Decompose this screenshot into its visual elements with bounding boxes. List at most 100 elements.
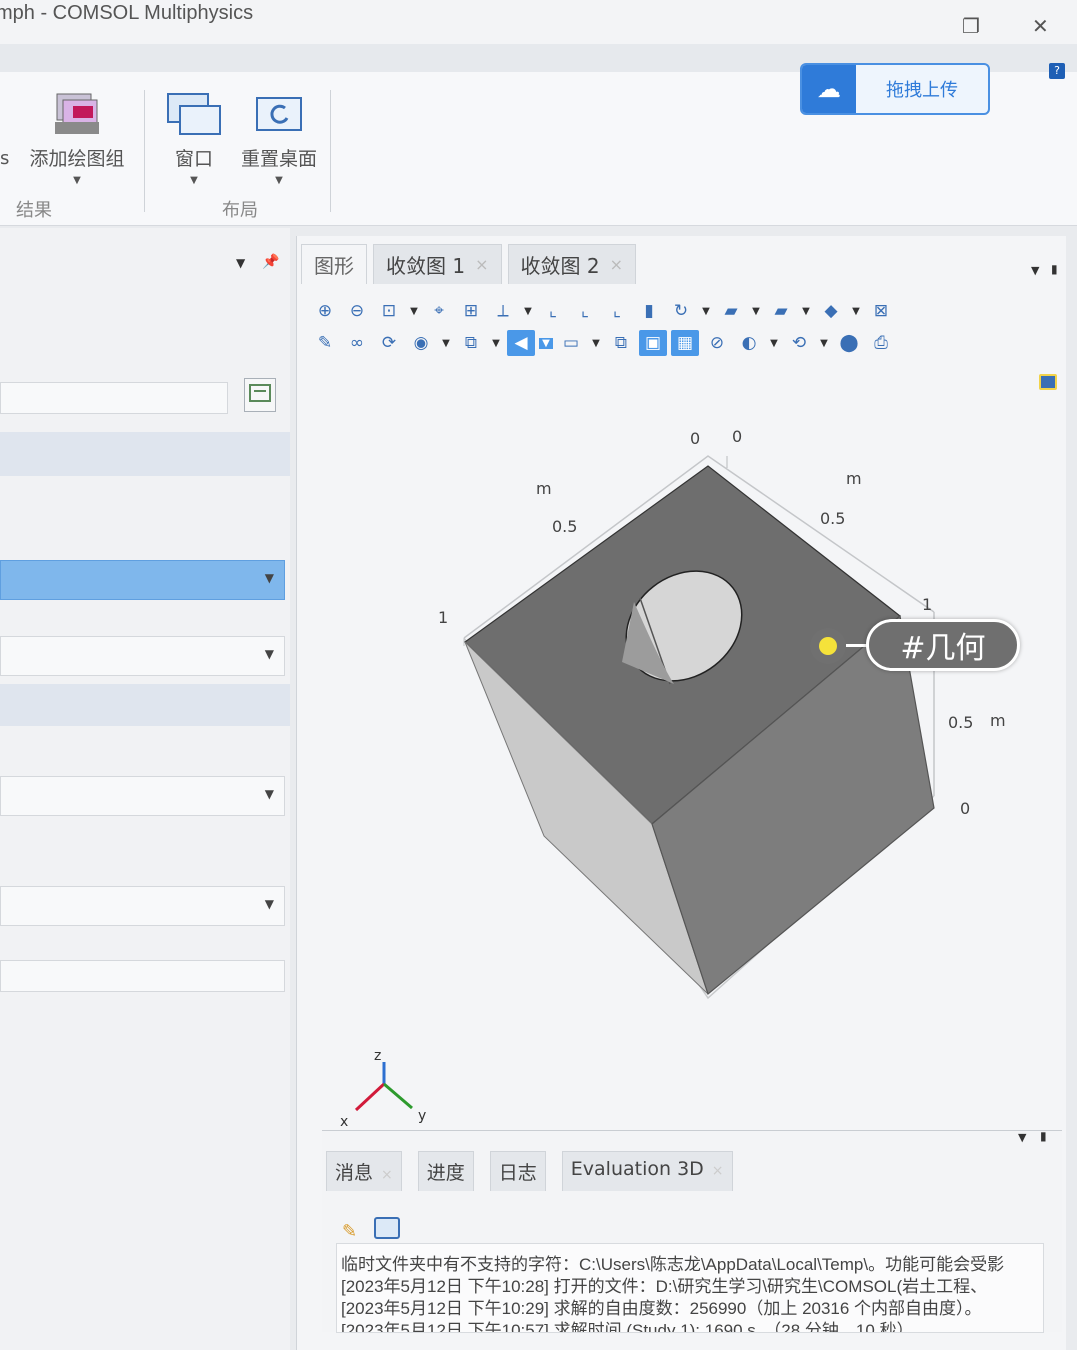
- zoom-to-selection-icon[interactable]: ⊠: [867, 298, 895, 324]
- window-icon: [166, 92, 222, 136]
- reset-desktop-icon: [251, 92, 307, 136]
- chevron-down-icon[interactable]: ▼: [439, 338, 453, 349]
- pin-icon[interactable]: ▮: [1051, 262, 1058, 276]
- y-axis-arrow: [383, 1082, 413, 1110]
- tab-evaluation-3d[interactable]: Evaluation 3D ×: [561, 1151, 733, 1191]
- annotation-marker[interactable]: [810, 628, 846, 664]
- triad-label-z: z: [374, 1048, 381, 1064]
- close-window-button[interactable]: ✕: [1032, 14, 1049, 38]
- x-axis-arrow: [354, 1082, 386, 1112]
- tab-graphics[interactable]: 图形: [301, 244, 367, 284]
- select-boundaries-icon[interactable]: ▰: [767, 298, 795, 324]
- axis-label-1: 1: [438, 608, 448, 627]
- annotation-connector: [846, 644, 868, 647]
- show-axis-icon[interactable]: ▣: [639, 330, 667, 356]
- chevron-down-icon: ▼: [190, 175, 198, 186]
- chevron-down-icon[interactable]: ▼: [749, 306, 763, 317]
- section-header: [0, 684, 290, 726]
- zoom-out-icon[interactable]: ⊖: [343, 298, 371, 324]
- chevron-down-icon[interactable]: ▼: [699, 306, 713, 317]
- dropdown[interactable]: ▼: [0, 776, 285, 816]
- build-plot-button[interactable]: [244, 378, 276, 412]
- text-field[interactable]: [0, 960, 285, 992]
- screenshot-icon[interactable]: ⬤: [835, 330, 863, 356]
- drag-upload-button[interactable]: ☁ 拖拽上传: [800, 63, 990, 115]
- close-icon[interactable]: ×: [712, 1163, 724, 1179]
- help-button[interactable]: ?: [1049, 63, 1065, 79]
- close-icon[interactable]: ×: [475, 255, 488, 274]
- go-to-view-icon[interactable]: ▮: [635, 298, 663, 324]
- chevron-down-icon: ▼: [264, 787, 274, 801]
- view-options-icon[interactable]: ◉: [407, 330, 435, 356]
- axis-unit-m: m: [846, 469, 862, 488]
- pin-icon[interactable]: 📌: [262, 254, 279, 270]
- dropdown[interactable]: ▼: [0, 886, 285, 926]
- pin-icon[interactable]: ▮: [1040, 1129, 1047, 1143]
- plot-group-icon: [49, 92, 105, 136]
- wireframe-icon[interactable]: ▭: [557, 330, 585, 356]
- chevron-down-icon[interactable]: ▼: [489, 338, 503, 349]
- chevron-down-icon[interactable]: ▼: [799, 306, 813, 317]
- paint-icon[interactable]: ✎: [311, 330, 339, 356]
- coordinate-triad: z x y: [340, 1048, 426, 1130]
- console-icon[interactable]: [374, 1217, 400, 1239]
- axis-view-icon[interactable]: ⟂: [489, 298, 517, 324]
- reset-hiding-icon[interactable]: ◐: [735, 330, 763, 356]
- chevron-down-icon[interactable]: ▼: [521, 306, 535, 317]
- chevron-down-icon: ▼: [264, 571, 274, 585]
- zoom-extents-icon[interactable]: ⊞: [457, 298, 485, 324]
- reset-desktop-button[interactable]: 重置桌面 ▼: [236, 92, 322, 186]
- close-icon[interactable]: ×: [381, 1167, 393, 1183]
- zoom-in-icon[interactable]: ⊕: [311, 298, 339, 324]
- tab-log[interactable]: 日志: [489, 1151, 546, 1191]
- chevron-down-icon[interactable]: ▼: [407, 306, 421, 317]
- clear-selection-icon[interactable]: ⊘: [703, 330, 731, 356]
- chevron-down-icon[interactable]: ▼: [589, 338, 603, 349]
- chevron-down-icon[interactable]: ▼: [539, 337, 553, 349]
- upload-label: 拖拽上传: [886, 80, 958, 101]
- zoom-selection-icon[interactable]: ⌖: [425, 298, 453, 324]
- close-icon[interactable]: ×: [610, 255, 623, 274]
- broom-icon[interactable]: ✎: [342, 1221, 357, 1242]
- transparency-icon[interactable]: ⟳: [375, 330, 403, 356]
- dropdown[interactable]: ▼: [0, 636, 285, 676]
- tab-progress[interactable]: 进度: [417, 1151, 474, 1191]
- window-title: mph - COMSOL Multiphysics: [0, 2, 254, 24]
- triad-label-y: y: [418, 1108, 426, 1124]
- chevron-down-icon[interactable]: ▼: [1031, 264, 1039, 277]
- chevron-down-icon[interactable]: ▼: [1018, 1131, 1026, 1144]
- chevron-down-icon[interactable]: ▼: [817, 338, 831, 349]
- show-grid-icon[interactable]: ⧉: [607, 330, 635, 356]
- xy-view-icon[interactable]: ⌞: [539, 298, 567, 324]
- annotation-label[interactable]: #几何: [866, 619, 1020, 671]
- ribbon-edge-label: s: [0, 148, 10, 169]
- copy-icon[interactable]: ⧉: [457, 330, 485, 356]
- reset-desktop-label: 重置桌面: [240, 148, 317, 170]
- tab-messages[interactable]: 消息 ×: [326, 1151, 402, 1191]
- selected-dropdown[interactable]: ▼: [0, 560, 285, 600]
- select-domains-icon[interactable]: ◆: [817, 298, 845, 324]
- geometry-canvas[interactable]: 0 0 m m 0.5 0.5 1 1 0.5 m 0 z x y: [322, 366, 1064, 1146]
- add-plot-group-button[interactable]: 添加绘图组 ▼: [24, 92, 130, 186]
- scene-light-icon[interactable]: ◀: [507, 330, 535, 356]
- cloud-icon: ☁: [802, 65, 856, 113]
- link-icon[interactable]: ∞: [343, 330, 371, 356]
- chevron-down-icon[interactable]: ▼: [236, 256, 245, 270]
- tab-convergence-1[interactable]: 收敛图 1 ×: [373, 244, 502, 284]
- settings-text-field[interactable]: [0, 382, 228, 414]
- show-geometry-labels-icon[interactable]: ▦: [671, 330, 699, 356]
- axis-label-1: 1: [922, 595, 932, 614]
- print-icon[interactable]: ⎙: [867, 330, 895, 356]
- tab-convergence-2[interactable]: 收敛图 2 ×: [507, 244, 636, 284]
- window-button[interactable]: 窗口 ▼: [166, 92, 222, 186]
- rotate-icon[interactable]: ↻: [667, 298, 695, 324]
- xz-view-icon[interactable]: ⌞: [603, 298, 631, 324]
- chevron-down-icon[interactable]: ▼: [849, 306, 863, 317]
- zoom-box-icon[interactable]: ⊡: [375, 298, 403, 324]
- chevron-down-icon[interactable]: ▼: [767, 338, 781, 349]
- refresh-icon[interactable]: ⟲: [785, 330, 813, 356]
- tab-label: 收敛图 1: [386, 254, 466, 278]
- select-objects-icon[interactable]: ▰: [717, 298, 745, 324]
- yz-view-icon[interactable]: ⌞: [571, 298, 599, 324]
- restore-window-button[interactable]: ❐: [962, 14, 980, 38]
